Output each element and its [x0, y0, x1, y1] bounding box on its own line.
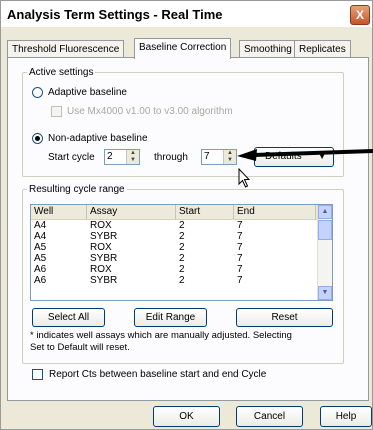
cell-well: A6: [34, 264, 47, 275]
adaptive-baseline-radio[interactable]: [32, 87, 43, 98]
cell-end: 7: [237, 253, 243, 264]
cell-start: 2: [179, 231, 185, 242]
column-end[interactable]: End: [234, 205, 316, 219]
cell-start: 2: [179, 242, 185, 253]
report-cts-checkbox[interactable]: [32, 369, 43, 380]
cell-well: A4: [34, 231, 47, 242]
scroll-up-icon[interactable]: ▲: [318, 205, 332, 219]
cell-start: 2: [179, 264, 185, 275]
tab-threshold-fluorescence[interactable]: Threshold Fluorescence: [7, 40, 125, 58]
non-adaptive-baseline-label: Non-adaptive baseline: [48, 133, 148, 144]
column-assay[interactable]: Assay: [87, 205, 176, 219]
close-icon: X: [355, 8, 364, 22]
spin-up-icon[interactable]: ▲: [224, 150, 236, 157]
help-button[interactable]: Help: [320, 406, 372, 427]
cell-assay: ROX: [90, 220, 112, 231]
well-assay-list[interactable]: Well Assay Start End A4 ROX 2 7 A4 SYBR …: [30, 204, 333, 301]
window-title: Analysis Term Settings - Real Time: [7, 7, 223, 22]
manual-adjust-note-line1: * indicates well assays which are manual…: [30, 330, 292, 341]
cell-end: 7: [237, 275, 243, 286]
adaptive-baseline-label: Adaptive baseline: [48, 87, 127, 98]
cell-end: 7: [237, 264, 243, 275]
through-cycle-value: 7: [204, 151, 210, 162]
cell-well: A5: [34, 253, 47, 264]
tab-baseline-correction[interactable]: Baseline Correction: [134, 38, 232, 59]
baseline-correction-panel: Active settings Adaptive baseline Use Mx…: [7, 57, 369, 401]
spin-down-icon[interactable]: ▼: [127, 157, 139, 164]
list-header: Well Assay Start End: [31, 205, 332, 220]
reset-button[interactable]: Reset: [236, 308, 333, 327]
cell-start: 2: [179, 275, 185, 286]
cell-assay: ROX: [90, 264, 112, 275]
resulting-cycle-range-legend: Resulting cycle range: [29, 184, 125, 195]
list-scrollbar[interactable]: ▲ ▼: [317, 205, 332, 300]
scroll-thumb[interactable]: [318, 220, 332, 240]
table-row[interactable]: A5 SYBR 2 7: [31, 253, 332, 264]
start-cycle-spinner[interactable]: 2 ▲ ▼: [104, 149, 140, 165]
close-button[interactable]: X: [350, 5, 370, 25]
cell-start: 2: [179, 220, 185, 231]
active-settings-legend: Active settings: [29, 67, 94, 78]
tab-smoothing[interactable]: Smoothing: [239, 40, 297, 58]
manual-adjust-note-line2: Set to Default will reset.: [30, 342, 130, 353]
spin-up-icon[interactable]: ▲: [127, 150, 139, 157]
column-start[interactable]: Start: [176, 205, 234, 219]
column-well[interactable]: Well: [31, 205, 87, 219]
cell-assay: ROX: [90, 242, 112, 253]
cell-well: A5: [34, 242, 47, 253]
title-bar: Analysis Term Settings - Real Time X: [1, 1, 372, 27]
cancel-button[interactable]: Cancel: [236, 406, 303, 427]
table-row[interactable]: A6 ROX 2 7: [31, 264, 332, 275]
table-row[interactable]: A6 SYBR 2 7: [31, 275, 332, 286]
table-row[interactable]: A5 ROX 2 7: [31, 242, 332, 253]
spin-down-icon[interactable]: ▼: [224, 157, 236, 164]
annotation-arrow-icon: [237, 149, 373, 161]
cell-assay: SYBR: [90, 231, 118, 242]
cell-end: 7: [237, 220, 243, 231]
ok-button[interactable]: OK: [153, 406, 220, 427]
edit-range-button[interactable]: Edit Range: [134, 308, 207, 327]
table-row[interactable]: A4 ROX 2 7: [31, 220, 332, 231]
tab-replicates[interactable]: Replicates: [294, 40, 351, 58]
through-cycle-spin-buttons[interactable]: ▲ ▼: [223, 150, 236, 164]
cell-well: A6: [34, 275, 47, 286]
select-all-button[interactable]: Select All: [32, 308, 105, 327]
scroll-down-icon[interactable]: ▼: [318, 286, 332, 300]
mx4000-algorithm-checkbox[interactable]: [51, 106, 62, 117]
table-row[interactable]: A4 SYBR 2 7: [31, 231, 332, 242]
cell-end: 7: [237, 242, 243, 253]
start-cycle-value: 2: [107, 151, 113, 162]
start-cycle-spin-buttons[interactable]: ▲ ▼: [126, 150, 139, 164]
through-cycle-spinner[interactable]: 7 ▲ ▼: [201, 149, 237, 165]
cell-assay: SYBR: [90, 253, 118, 264]
report-cts-label: Report Cts between baseline start and en…: [49, 369, 267, 380]
through-label: through: [154, 152, 188, 163]
analysis-term-settings-dialog: Analysis Term Settings - Real Time X Thr…: [0, 0, 373, 430]
cell-end: 7: [237, 231, 243, 242]
start-cycle-label: Start cycle: [48, 152, 95, 163]
mx4000-algorithm-label: Use Mx4000 v1.00 to v3.00 algorithm: [67, 106, 233, 117]
non-adaptive-baseline-radio[interactable]: [32, 133, 43, 144]
cell-assay: SYBR: [90, 275, 118, 286]
cell-well: A4: [34, 220, 47, 231]
mouse-pointer-icon: [238, 168, 250, 188]
cell-start: 2: [179, 253, 185, 264]
